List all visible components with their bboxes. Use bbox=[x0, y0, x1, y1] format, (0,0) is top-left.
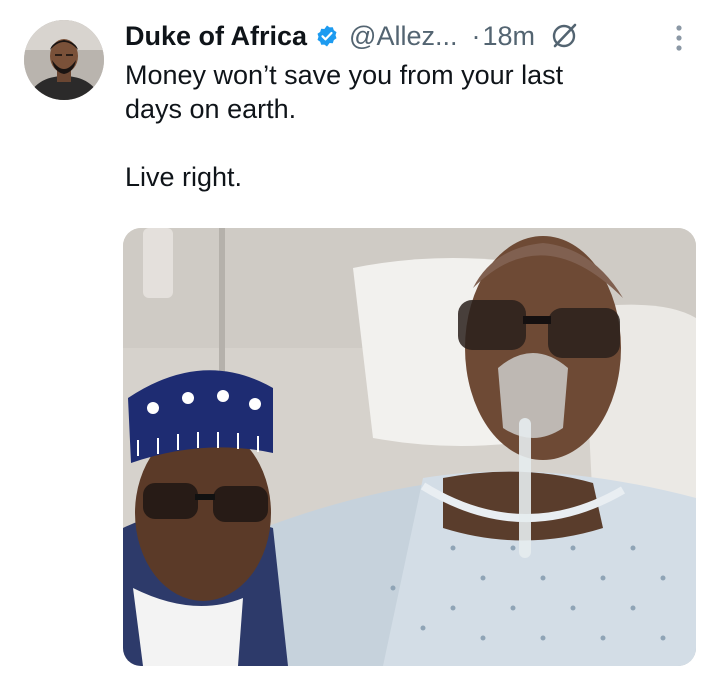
avatar[interactable] bbox=[24, 20, 104, 100]
display-name[interactable]: Duke of Africa bbox=[125, 21, 307, 52]
avatar-image bbox=[24, 20, 104, 100]
tweet-text-line: Live right. bbox=[125, 162, 243, 192]
tweet-text-line: days on earth. bbox=[125, 94, 297, 124]
verified-badge-icon bbox=[315, 24, 339, 48]
tweet-header: Duke of Africa @Allez... · 18m bbox=[125, 18, 579, 54]
handle[interactable]: @Allez... bbox=[349, 21, 457, 52]
grok-icon[interactable] bbox=[549, 21, 579, 51]
timestamp[interactable]: 18m bbox=[482, 21, 535, 52]
tweet-text: Money won’t save you from your last days… bbox=[125, 58, 685, 194]
tweet-text-line: Money won’t save you from your last bbox=[125, 60, 564, 90]
hospital-photo bbox=[123, 228, 696, 666]
more-vertical-icon[interactable] bbox=[672, 22, 686, 54]
tweet[interactable]: Duke of Africa @Allez... · 18m Money won… bbox=[0, 0, 720, 675]
tweet-media-photo[interactable] bbox=[123, 228, 696, 666]
separator-dot: · bbox=[471, 20, 481, 51]
